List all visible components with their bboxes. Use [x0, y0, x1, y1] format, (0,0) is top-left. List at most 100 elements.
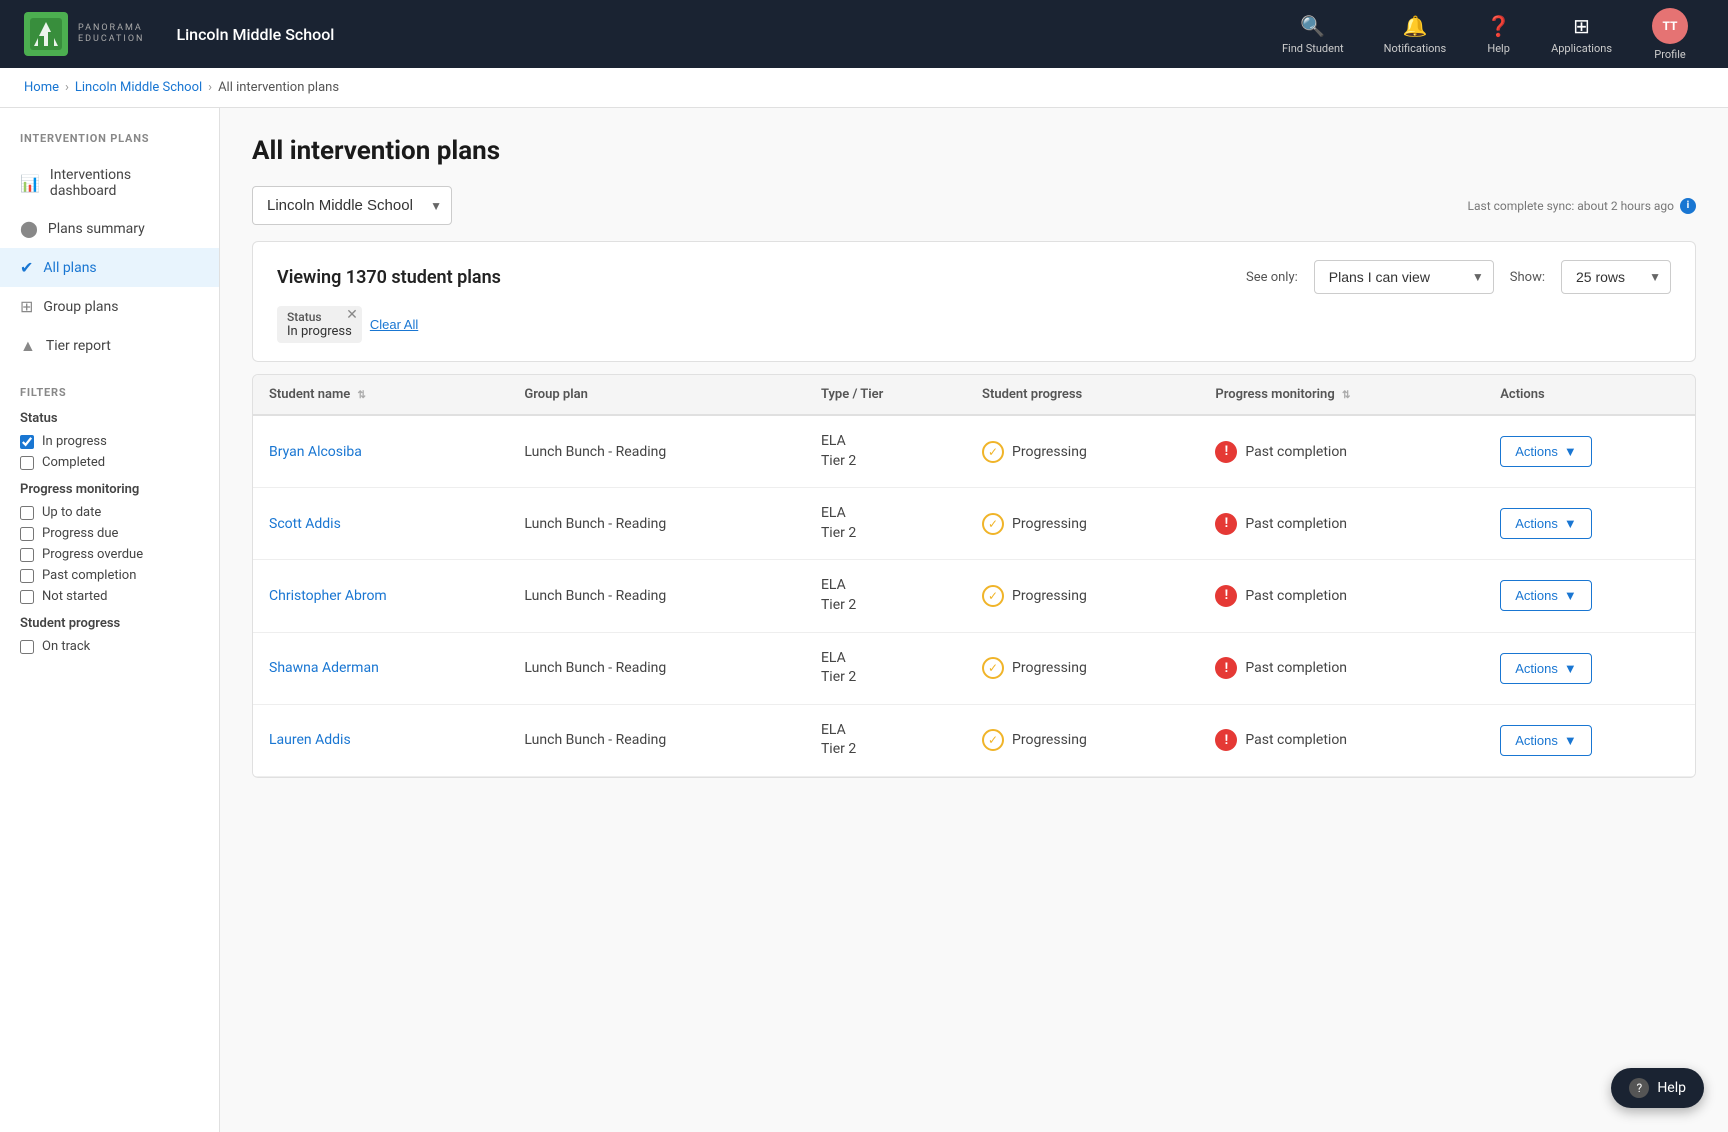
- filter-tag-close-icon[interactable]: ✕: [346, 308, 358, 322]
- sidebar-item-label: Plans summary: [48, 221, 145, 237]
- tier-0: Tier 2: [821, 452, 950, 472]
- breadcrumb-school[interactable]: Lincoln Middle School: [75, 80, 202, 95]
- actions-button-4[interactable]: Actions ▼: [1500, 725, 1592, 756]
- circles-icon: ⬤: [20, 219, 38, 238]
- col-type-tier: Type / Tier: [805, 375, 966, 415]
- filters-title: FILTERS: [20, 386, 199, 399]
- filter-in-progress[interactable]: In progress: [20, 434, 199, 449]
- table-row: Christopher Abrom Lunch Bunch - Reading …: [253, 560, 1695, 632]
- sidebar-item-interventions-dashboard[interactable]: 📊 Interventions dashboard: [0, 157, 219, 209]
- status-filter-title: Status: [20, 411, 199, 426]
- filter-in-progress-checkbox[interactable]: [20, 435, 34, 449]
- filter-progress-due[interactable]: Progress due: [20, 526, 199, 541]
- type-4: ELA: [821, 721, 950, 741]
- sidebar-item-plans-summary[interactable]: ⬤ Plans summary: [0, 209, 219, 248]
- cell-student-name-4: Lauren Addis: [253, 704, 508, 776]
- filter-past-completion-checkbox[interactable]: [20, 569, 34, 583]
- student-link-1[interactable]: Scott Addis: [269, 516, 341, 532]
- see-only-selector[interactable]: Plans I can view: [1314, 260, 1494, 294]
- filter-on-track-checkbox[interactable]: [20, 640, 34, 654]
- cell-group-plan-4: Lunch Bunch - Reading: [508, 704, 805, 776]
- sidebar-item-all-plans[interactable]: ✔ All plans: [0, 248, 219, 287]
- info-icon[interactable]: i: [1680, 198, 1696, 214]
- cell-student-progress-0: ✓ Progressing: [966, 415, 1199, 488]
- cell-type-tier-3: ELA Tier 2: [805, 632, 966, 704]
- notifications-nav-item[interactable]: 🔔 Notifications: [1368, 6, 1463, 63]
- filter-completed[interactable]: Completed: [20, 455, 199, 470]
- student-link-2[interactable]: Christopher Abrom: [269, 588, 387, 604]
- grid2-icon: ⊞: [20, 297, 33, 316]
- page-title: All intervention plans: [252, 136, 1696, 166]
- table-row: Lauren Addis Lunch Bunch - Reading ELA T…: [253, 704, 1695, 776]
- filter-up-to-date[interactable]: Up to date: [20, 505, 199, 520]
- help-fab-button[interactable]: ? Help: [1611, 1068, 1704, 1108]
- filter-on-track[interactable]: On track: [20, 639, 199, 654]
- sort-icon-student: ⇅: [358, 390, 366, 401]
- cell-student-progress-4: ✓ Progressing: [966, 704, 1199, 776]
- logo[interactable]: PANORAMA EDUCATION: [24, 12, 144, 56]
- clear-all-button[interactable]: Clear All: [370, 317, 418, 332]
- tier-2: Tier 2: [821, 596, 950, 616]
- main-container: INTERVENTION PLANS 📊 Interventions dashb…: [0, 108, 1728, 1132]
- filter-not-started-checkbox[interactable]: [20, 590, 34, 604]
- viewing-row: Viewing 1370 student plans See only: Pla…: [277, 260, 1671, 294]
- monitoring-text-0: Past completion: [1245, 444, 1347, 460]
- filter-progress-overdue[interactable]: Progress overdue: [20, 547, 199, 562]
- progress-text-4: Progressing: [1012, 732, 1087, 748]
- actions-chevron-icon-2: ▼: [1564, 588, 1577, 603]
- filter-up-to-date-checkbox[interactable]: [20, 506, 34, 520]
- school-selector[interactable]: Lincoln Middle School: [252, 186, 452, 225]
- filter-past-completion-label: Past completion: [42, 568, 136, 583]
- actions-button-0[interactable]: Actions ▼: [1500, 436, 1592, 467]
- actions-button-3[interactable]: Actions ▼: [1500, 653, 1592, 684]
- filter-progress-overdue-checkbox[interactable]: [20, 548, 34, 562]
- table-row: Scott Addis Lunch Bunch - Reading ELA Ti…: [253, 488, 1695, 560]
- filter-completed-label: Completed: [42, 455, 105, 470]
- help-fab-label: Help: [1657, 1080, 1686, 1096]
- filter-progress-overdue-label: Progress overdue: [42, 547, 143, 562]
- breadcrumb-sep-2: ›: [208, 80, 212, 95]
- sidebar-section-title: INTERVENTION PLANS: [0, 132, 219, 157]
- col-progress-monitoring[interactable]: Progress monitoring ⇅: [1199, 375, 1484, 415]
- table-row: Bryan Alcosiba Lunch Bunch - Reading ELA…: [253, 415, 1695, 488]
- sidebar-item-tier-report[interactable]: ▲ Tier report: [0, 326, 219, 366]
- progress-check-icon-4: ✓: [982, 729, 1004, 751]
- filter-tag-value: In progress: [287, 324, 352, 339]
- filter-on-track-label: On track: [42, 639, 90, 654]
- intervention-plans-table: Student name ⇅ Group plan Type / Tier St…: [252, 374, 1696, 778]
- filter-not-started[interactable]: Not started: [20, 589, 199, 604]
- student-link-3[interactable]: Shawna Aderman: [269, 660, 379, 676]
- breadcrumb-home[interactable]: Home: [24, 80, 59, 95]
- pyramid-icon: ▲: [20, 336, 36, 356]
- help-nav-item[interactable]: ❓ Help: [1470, 6, 1527, 63]
- find-student-nav-item[interactable]: 🔍 Find Student: [1266, 6, 1360, 63]
- actions-button-1[interactable]: Actions ▼: [1500, 508, 1592, 539]
- table-header-row: Student name ⇅ Group plan Type / Tier St…: [253, 375, 1695, 415]
- cell-actions-2: Actions ▼: [1484, 560, 1695, 632]
- filter-progress-due-checkbox[interactable]: [20, 527, 34, 541]
- col-student-name[interactable]: Student name ⇅: [253, 375, 508, 415]
- page-content: All intervention plans Lincoln Middle Sc…: [220, 108, 1728, 1132]
- filter-completed-checkbox[interactable]: [20, 456, 34, 470]
- cell-actions-3: Actions ▼: [1484, 632, 1695, 704]
- cell-group-plan-3: Lunch Bunch - Reading: [508, 632, 805, 704]
- alert-icon-1: !: [1215, 513, 1237, 535]
- tier-4: Tier 2: [821, 740, 950, 760]
- sidebar-item-group-plans[interactable]: ⊞ Group plans: [0, 287, 219, 326]
- applications-nav-item[interactable]: ⊞ Applications: [1535, 6, 1628, 63]
- filter-past-completion[interactable]: Past completion: [20, 568, 199, 583]
- cell-type-tier-0: ELA Tier 2: [805, 415, 966, 488]
- progress-text-1: Progressing: [1012, 516, 1087, 532]
- cell-student-progress-1: ✓ Progressing: [966, 488, 1199, 560]
- cell-progress-monitoring-3: ! Past completion: [1199, 632, 1484, 704]
- student-link-4[interactable]: Lauren Addis: [269, 732, 351, 748]
- cell-progress-monitoring-0: ! Past completion: [1199, 415, 1484, 488]
- cell-progress-monitoring-4: ! Past completion: [1199, 704, 1484, 776]
- profile-nav-item[interactable]: TT Profile: [1636, 0, 1704, 69]
- actions-button-2[interactable]: Actions ▼: [1500, 580, 1592, 611]
- student-link-0[interactable]: Bryan Alcosiba: [269, 444, 362, 460]
- rows-selector[interactable]: 25 rows 50 rows 100 rows: [1561, 260, 1671, 294]
- progress-check-icon-1: ✓: [982, 513, 1004, 535]
- progress-text-3: Progressing: [1012, 660, 1087, 676]
- cell-group-plan-2: Lunch Bunch - Reading: [508, 560, 805, 632]
